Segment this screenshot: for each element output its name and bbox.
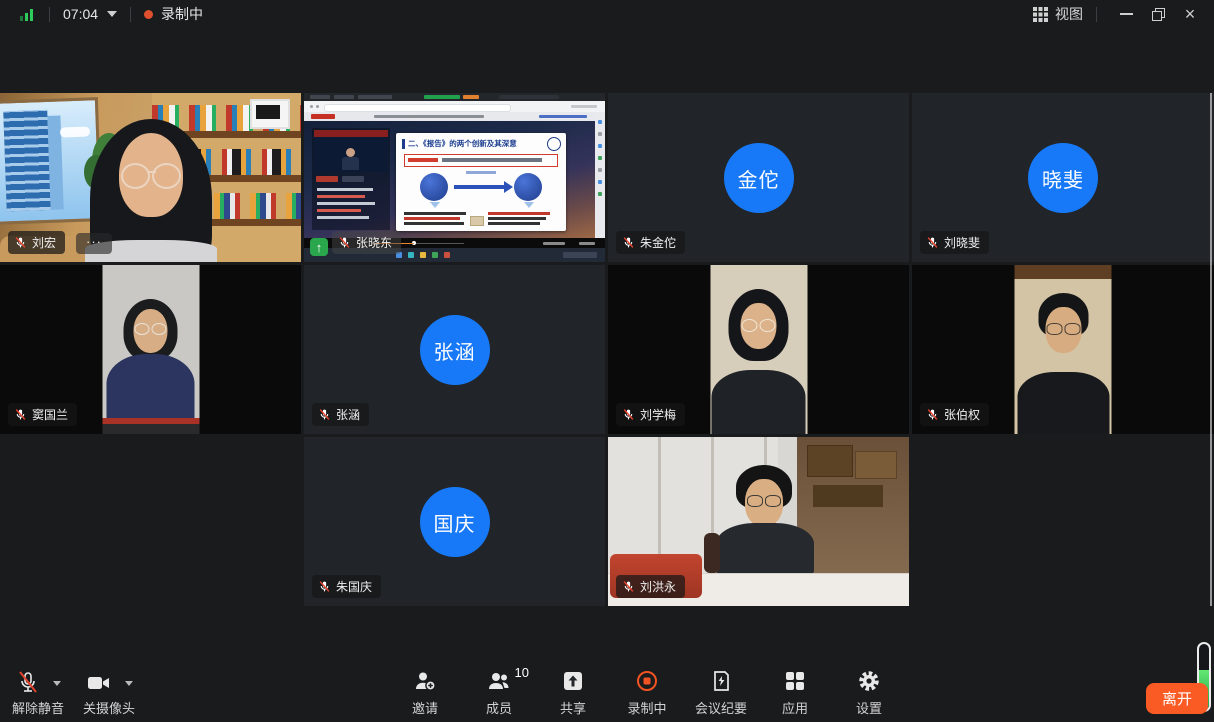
glasses [741, 319, 777, 331]
meeting-time[interactable]: 07:04 [63, 6, 98, 22]
glasses [1045, 323, 1081, 335]
share-arrow-icon [561, 669, 585, 693]
leave-meeting-button[interactable]: 离开 [1146, 683, 1208, 714]
mic-muted-icon [14, 408, 27, 421]
mic-muted-icon [926, 236, 939, 249]
camera-options-caret[interactable] [125, 681, 133, 686]
people-icon [487, 669, 511, 693]
divider [1096, 7, 1097, 22]
presentation-slide: 二、《报告》的两个创新及其深意 [396, 133, 566, 231]
participant-tile-zhang-han[interactable]: 张涵 张涵 [304, 265, 605, 434]
avatar: 金佗 [724, 143, 794, 213]
meeting-notes-button[interactable]: 会议纪要 [692, 669, 750, 717]
view-button[interactable]: 视图 [1055, 4, 1083, 24]
portrait-video [102, 265, 199, 434]
mic-muted-icon [14, 236, 27, 249]
name-label: 刘洪永 [616, 575, 685, 598]
mic-muted-icon [318, 580, 331, 593]
camera-off-button[interactable]: 关摄像头 [76, 668, 142, 717]
top-bar: 07:04 录制中 视图 × [0, 0, 1214, 28]
name-label: 刘学梅 [616, 403, 685, 426]
mic-muted-icon [622, 236, 635, 249]
portrait-video [710, 265, 807, 434]
mic-muted-icon [318, 408, 331, 421]
participant-tile-liu-hong[interactable]: 刘宏 ··· [0, 93, 301, 262]
participant-tile-liu-xuemei[interactable]: 刘学梅 [608, 265, 909, 434]
name-label: 朱金佗 [616, 231, 685, 254]
apps-grid-icon [784, 670, 806, 692]
name-label: 朱国庆 [312, 575, 381, 598]
participant-tile-liu-hongyong[interactable]: 刘洪永 [608, 437, 909, 606]
mic-muted-icon [16, 670, 40, 694]
name-label: 窦国兰 [8, 403, 77, 426]
name-label: 刘晓斐 [920, 231, 989, 254]
unmute-button[interactable]: 解除静音 [5, 668, 71, 717]
screen-share-icon: ↑ [310, 238, 328, 256]
scrollbar-track[interactable] [1210, 93, 1212, 606]
browser-address-bar [304, 101, 605, 112]
recording-status-label: 录制中 [161, 4, 203, 24]
name-label: 张伯权 [920, 403, 989, 426]
mic-muted-icon [622, 580, 635, 593]
divider [130, 7, 131, 22]
meeting-window: 07:04 录制中 视图 × [0, 0, 1214, 722]
gear-icon [857, 669, 881, 693]
participant-tile-zhang-xiaodong-screenshare[interactable]: 二、《报告》的两个创新及其深意 [304, 93, 605, 262]
webpage-content: 二、《报告》的两个创新及其深意 [304, 112, 605, 238]
network-signal-icon [20, 8, 36, 21]
name-label: 刘宏 [8, 231, 65, 254]
restore-button[interactable] [1142, 1, 1174, 27]
view-grid-icon[interactable] [1033, 7, 1048, 22]
notes-doc-icon [709, 669, 733, 693]
participant-tile-liu-xiaofei[interactable]: 晓斐 刘晓斐 [912, 93, 1214, 262]
member-count: 10 [515, 665, 529, 680]
portrait-video [1015, 265, 1112, 434]
recording-button[interactable]: 录制中 [618, 669, 676, 717]
invite-button[interactable]: 邀请 [396, 669, 454, 717]
close-button[interactable]: × [1174, 1, 1206, 27]
toolbar-center-group: 邀请 10 成员 [396, 669, 898, 717]
name-label: 张晓东 [332, 231, 401, 254]
chevron-down-icon[interactable] [107, 11, 117, 17]
bottom-toolbar: 解除静音 关摄像头 [0, 660, 1214, 722]
avatar: 晓斐 [1028, 143, 1098, 213]
participant-tile-zhu-jintuo[interactable]: 金佗 朱金佗 [608, 93, 909, 262]
browser-tab-strip [304, 93, 605, 101]
glasses [134, 323, 168, 335]
camera-icon [86, 672, 112, 694]
minimize-button[interactable] [1110, 1, 1142, 27]
participant-tile-dou-guolan[interactable]: 窦国兰 [0, 265, 301, 434]
recording-dot-icon [144, 10, 153, 19]
divider [49, 7, 50, 22]
apps-button[interactable]: 应用 [766, 669, 824, 717]
record-icon [635, 669, 659, 693]
avatar: 国庆 [420, 487, 490, 557]
mic-muted-icon [338, 236, 351, 249]
more-options-button[interactable]: ··· [76, 233, 112, 254]
name-label: 张涵 [312, 403, 369, 426]
share-screen-button[interactable]: 共享 [544, 669, 602, 717]
glasses [119, 163, 183, 189]
avatar: 张涵 [420, 315, 490, 385]
person-add-icon [413, 669, 437, 693]
settings-button[interactable]: 设置 [840, 669, 898, 717]
slide-title: 二、《报告》的两个创新及其深意 [408, 138, 544, 150]
participant-tile-zhu-guoqing[interactable]: 国庆 朱国庆 [304, 437, 605, 606]
participant-tile-zhang-boquan[interactable]: 张伯权 [912, 265, 1214, 434]
mic-muted-icon [926, 408, 939, 421]
mic-muted-icon [622, 408, 635, 421]
browser-sidebar [595, 112, 605, 238]
mic-options-caret[interactable] [53, 681, 61, 686]
lecture-video-panel [312, 128, 390, 230]
members-button[interactable]: 10 成员 [470, 669, 528, 717]
